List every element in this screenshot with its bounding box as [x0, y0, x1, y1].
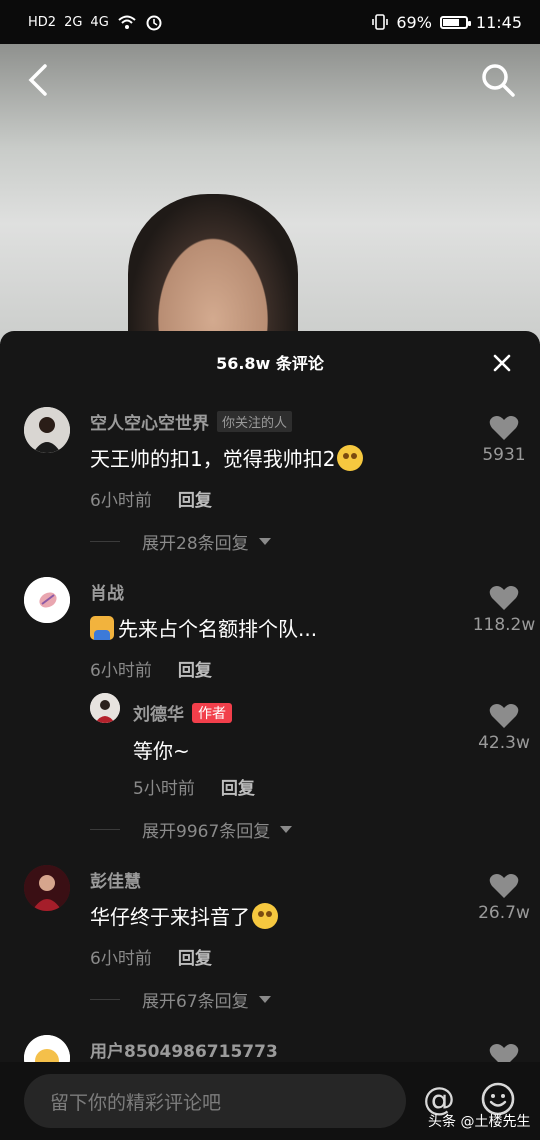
avatar-image [24, 865, 70, 911]
signal-2g-icon: 2G [64, 14, 83, 30]
username-text: 彭佳慧 [90, 872, 141, 892]
like-button[interactable]: 118.2w [464, 585, 540, 635]
status-bar: HD2 2G 4G 69% 11:45 [0, 0, 540, 44]
username-text: 空人空心空世界 [90, 414, 209, 434]
expand-replies-label: 展开28条回复 [142, 534, 249, 554]
reply-button[interactable]: 回复 [178, 486, 212, 511]
like-count: 118.2w [472, 615, 536, 635]
vibrate-icon [372, 14, 389, 30]
reply-button[interactable]: 回复 [178, 944, 212, 969]
avatar-image [24, 407, 70, 453]
comments-sheet: 56.8w 条评论 空人空心空世界 你关注的人 天王帅的扣1，觉得我帅扣2 6小… [0, 331, 540, 1140]
username-text: 肖战 [90, 584, 124, 604]
heart-icon [489, 704, 519, 728]
reply-username[interactable]: 刘德华 作者 [133, 700, 232, 725]
emoji-blush-icon [337, 444, 364, 471]
reply-text: 等你~ [133, 735, 190, 764]
heart-icon [489, 586, 519, 610]
comment-text-content: 先来占个名额排个队... [118, 617, 318, 641]
raising-hand-emoji-icon [90, 615, 114, 640]
reply-meta: 5小时前 回复 [133, 774, 255, 799]
reply-button[interactable]: 回复 [221, 774, 255, 799]
reply-text-content: 等你~ [133, 739, 190, 763]
divider-line [90, 541, 120, 542]
heart-icon [489, 416, 519, 440]
search-button[interactable] [478, 60, 518, 100]
comment-meta: 6小时前 回复 [90, 486, 212, 511]
triangle-down-icon [258, 995, 271, 1003]
avatar-image [90, 693, 120, 723]
comment-username[interactable]: 肖战 [90, 579, 124, 604]
comment-username[interactable]: 空人空心空世界 你关注的人 [90, 409, 293, 434]
comment-username[interactable]: 彭佳慧 [90, 867, 141, 892]
like-button[interactable]: 42.3w [464, 703, 540, 753]
username-text: 刘德华 [133, 705, 184, 725]
expand-replies-button[interactable]: 展开67条回复 [90, 987, 271, 1012]
divider-line [90, 999, 120, 1000]
author-badge: 作者 [192, 702, 232, 723]
divider-line [90, 829, 120, 830]
expand-replies-button[interactable]: 展开9967条回复 [90, 817, 293, 842]
battery-icon [439, 15, 471, 29]
alarm-icon [146, 15, 162, 31]
like-count: 5931 [482, 445, 526, 465]
signal-4g-icon: 4G [90, 14, 109, 30]
close-button[interactable] [492, 353, 512, 373]
comment-text: 先来占个名额排个队... [90, 613, 317, 642]
reply-time: 5小时前 [133, 779, 195, 799]
like-count: 42.3w [478, 733, 530, 753]
triangle-down-icon [280, 825, 293, 833]
watermark: 头条 @土楼先生 [428, 1114, 531, 1130]
comment-time: 6小时前 [90, 949, 152, 969]
comment-time: 6小时前 [90, 661, 152, 681]
emoji-laugh-icon [252, 902, 278, 929]
expand-replies-label: 展开9967条回复 [142, 822, 271, 842]
comment-text-content: 华仔终于来抖音了 [90, 905, 250, 929]
comment-text: 天王帅的扣1，觉得我帅扣2 [90, 443, 364, 472]
chevron-left-icon [28, 64, 47, 96]
comment-input[interactable]: 留下你的精彩评论吧 [24, 1074, 406, 1128]
expand-replies-label: 展开67条回复 [142, 992, 249, 1012]
close-icon [493, 354, 511, 372]
video-person-image [128, 194, 298, 344]
like-button[interactable]: 26.7w [464, 873, 540, 923]
comment-time: 6小时前 [90, 491, 152, 511]
battery-percent: 69% [396, 12, 432, 32]
clock: 11:45 [475, 12, 522, 32]
avatar[interactable] [24, 865, 70, 911]
comment-text: 华仔终于来抖音了 [90, 901, 278, 930]
expand-replies-button[interactable]: 展开28条回复 [90, 529, 271, 554]
wifi-icon [118, 15, 136, 29]
avatar-image [24, 577, 70, 623]
status-right: 69% 11:45 [372, 13, 522, 32]
comment-text-content: 天王帅的扣1，觉得我帅扣2 [90, 447, 336, 471]
sheet-header: 56.8w 条评论 [0, 331, 540, 393]
comment-meta: 6小时前 回复 [90, 656, 212, 681]
username-text: 用户8504986715773 [90, 1042, 278, 1062]
like-button[interactable]: 5931 [464, 415, 540, 465]
following-badge: 你关注的人 [217, 411, 293, 432]
back-button[interactable] [20, 62, 56, 98]
triangle-down-icon [258, 537, 271, 545]
comment-input-placeholder: 留下你的精彩评论吧 [50, 1091, 222, 1114]
comment-username[interactable]: 用户8504986715773 [90, 1037, 278, 1062]
avatar[interactable] [24, 577, 70, 623]
comment-count-title: 56.8w 条评论 [216, 354, 324, 373]
status-left: HD2 2G 4G [28, 13, 163, 31]
hd-icon: HD2 [28, 14, 57, 30]
video-preview[interactable] [0, 44, 540, 344]
search-icon [482, 64, 515, 97]
avatar[interactable] [90, 693, 120, 723]
reply-button[interactable]: 回复 [178, 656, 212, 681]
comment-meta: 6小时前 回复 [90, 944, 212, 969]
heart-icon [489, 874, 519, 898]
like-count: 26.7w [478, 903, 530, 923]
avatar[interactable] [24, 407, 70, 453]
